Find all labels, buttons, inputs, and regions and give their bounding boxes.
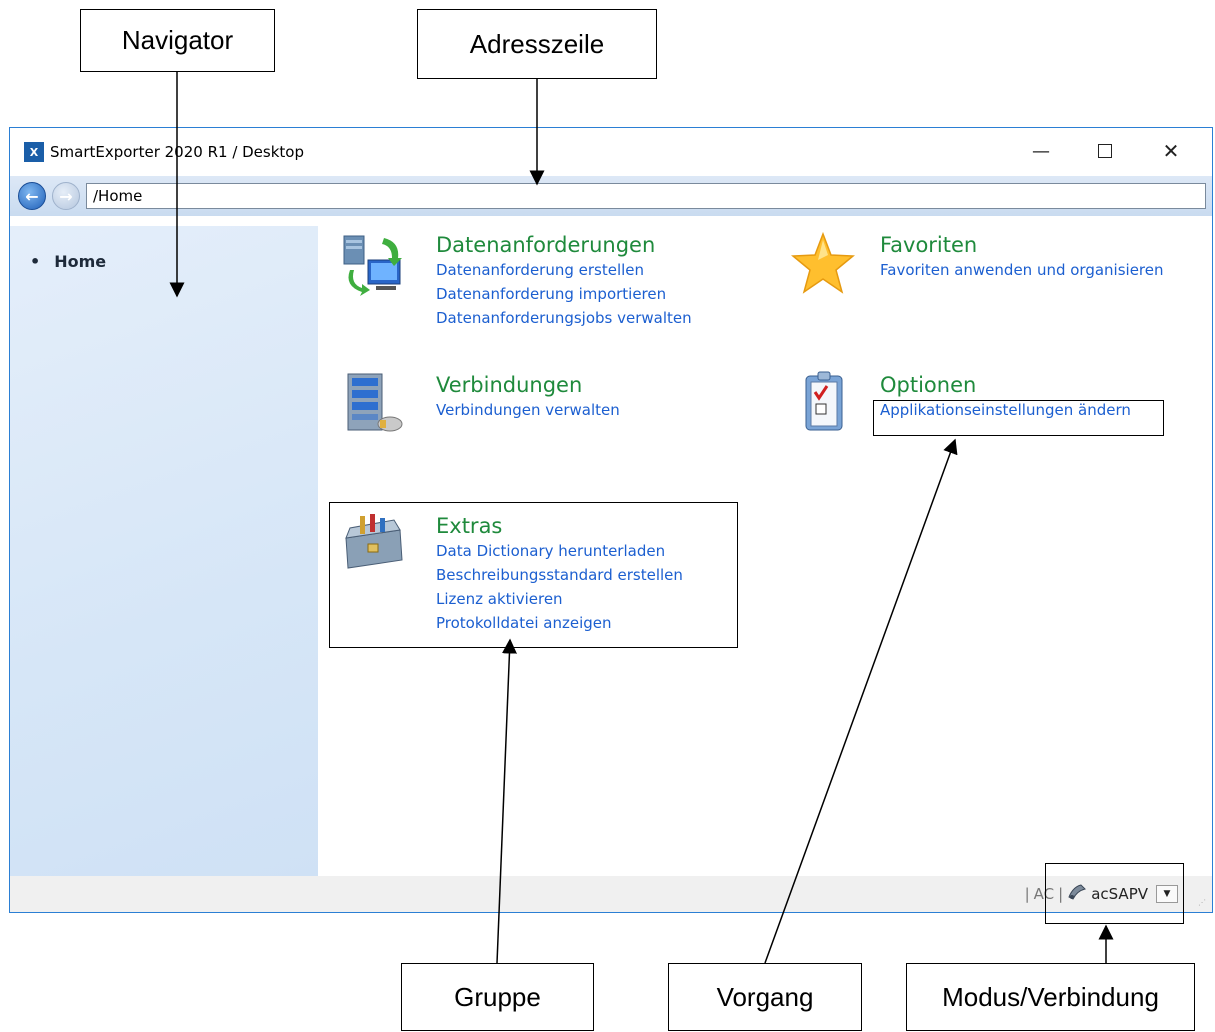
navigator-item-label: Home (54, 252, 107, 271)
callout-vorgang-label: Vorgang (716, 981, 814, 1012)
navigator-panel: Home (10, 226, 318, 878)
callout-modus-verbindung: Modus/Verbindung (906, 963, 1195, 1031)
data-request-icon (343, 235, 402, 296)
address-bar: ← → /Home (10, 176, 1212, 216)
address-input[interactable]: /Home (86, 183, 1206, 209)
callout-vorgang: Vorgang (668, 963, 862, 1031)
back-button[interactable]: ← (18, 182, 46, 210)
callout-modus-label: Modus/Verbindung (942, 981, 1159, 1012)
star-icon (791, 231, 855, 294)
group-verbindungen: Verbindungen Verbindungen verwalten (436, 372, 620, 422)
link-datenanforderung-importieren[interactable]: Datenanforderung importieren (436, 282, 692, 306)
group-title-optionen: Optionen (880, 373, 977, 397)
callout-adresszeile-label: Adresszeile (469, 28, 605, 59)
callout-adresszeile: Adresszeile (417, 9, 657, 79)
callout-navigator-label: Navigator (121, 25, 234, 55)
group-title-verbindungen: Verbindungen (436, 373, 583, 397)
address-path: /Home (93, 187, 143, 205)
title-bar: X SmartExporter 2020 R1 / Desktop — ✕ (10, 128, 1212, 176)
window-title: SmartExporter 2020 R1 / Desktop (50, 143, 304, 161)
annotation-box-gruppe (329, 502, 738, 648)
link-datenanforderungsjobs-verwalten[interactable]: Datenanforderungsjobs verwalten (436, 306, 692, 330)
link-verbindungen-verwalten[interactable]: Verbindungen verwalten (436, 398, 620, 422)
callout-gruppe-label: Gruppe (454, 981, 541, 1012)
close-button[interactable]: ✕ (1148, 128, 1194, 174)
minimize-button[interactable]: — (1018, 128, 1064, 174)
status-bar: | AC | acSAPV ▼ ⋰ (10, 876, 1212, 912)
annotation-box-modus (1045, 863, 1184, 924)
group-title-datenanforderungen: Datenanforderungen (436, 233, 656, 257)
maximize-icon (1098, 144, 1112, 158)
smartexporter-logo-icon: X (24, 142, 44, 162)
group-title-favoriten: Favoriten (880, 233, 978, 257)
group-datenanforderungen: Datenanforderungen Datenanforderung erst… (436, 232, 692, 330)
group-favoriten: Favoriten Favoriten anwenden und organis… (880, 232, 1164, 282)
navigator-item-home[interactable]: Home (30, 252, 106, 271)
callout-gruppe: Gruppe (401, 963, 594, 1031)
checklist-icon (805, 371, 843, 431)
resize-grip-icon[interactable]: ⋰ (1198, 898, 1208, 908)
forward-button[interactable]: → (52, 182, 80, 210)
status-separator: | (1024, 885, 1030, 903)
link-favoriten-anwenden[interactable]: Favoriten anwenden und organisieren (880, 258, 1164, 282)
link-datenanforderung-erstellen[interactable]: Datenanforderung erstellen (436, 258, 692, 282)
annotation-box-vorgang (873, 400, 1164, 436)
server-connection-icon (347, 373, 403, 432)
maximize-button[interactable] (1082, 128, 1128, 174)
callout-navigator: Navigator (80, 9, 275, 72)
